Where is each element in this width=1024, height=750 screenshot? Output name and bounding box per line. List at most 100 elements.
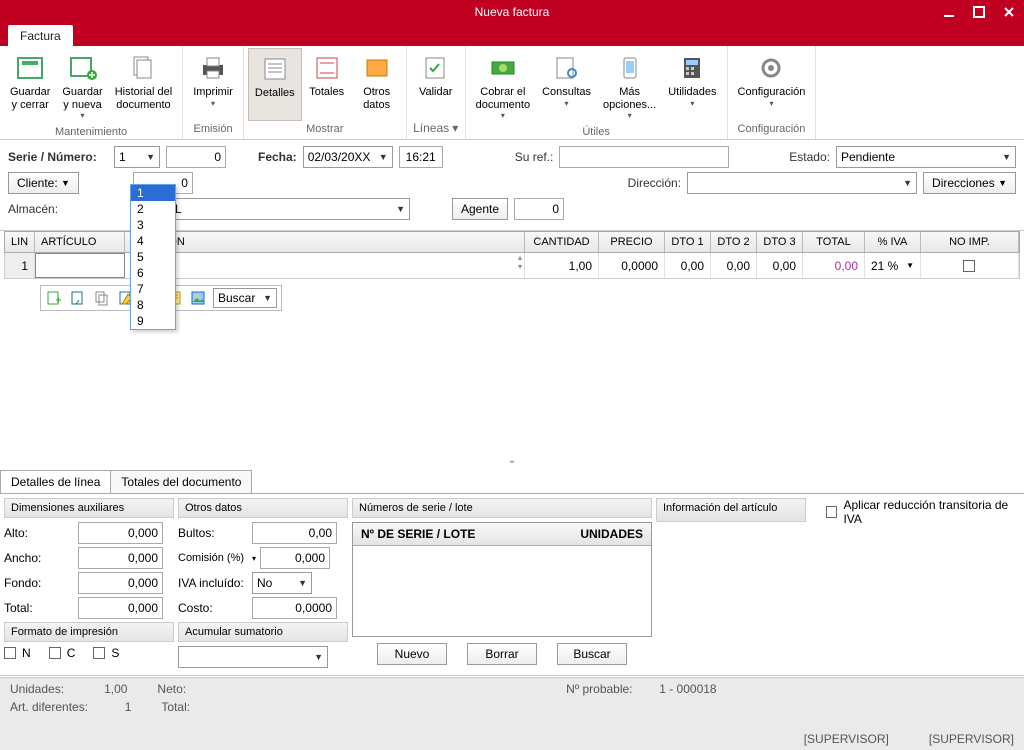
insert-line-icon[interactable]	[69, 289, 87, 307]
tab-totales-doc[interactable]: Totales del documento	[110, 470, 252, 493]
ribbon: Guardar y cerrar Guardar y nueva▾ Histor…	[0, 46, 1024, 140]
dropdown-item[interactable]: 3	[131, 217, 175, 233]
agente-num-field[interactable]	[514, 198, 564, 220]
col-articulo[interactable]: ARTÍCULO	[35, 232, 125, 252]
dropdown-item[interactable]: 1	[131, 185, 175, 201]
col-dto2[interactable]: DTO 2	[711, 232, 757, 252]
col-dto3[interactable]: DTO 3	[757, 232, 803, 252]
chk-s[interactable]	[93, 647, 105, 659]
col-total[interactable]: TOTAL	[803, 232, 865, 252]
serie-combo[interactable]: 1▼	[114, 146, 160, 168]
chk-c[interactable]	[49, 647, 61, 659]
otros-header: Otros datos	[178, 498, 348, 518]
detail-panel: Dimensiones auxiliares Alto: Ancho: Fond…	[0, 494, 1024, 676]
save-icon	[14, 52, 46, 84]
buscar-combo[interactable]: Buscar▼	[213, 288, 277, 308]
su-ref-label: Su ref.:	[515, 150, 554, 164]
ribbon-tabbar: Factura	[0, 24, 1024, 46]
details-icon	[259, 53, 291, 85]
maximize-button[interactable]	[964, 0, 994, 24]
dropdown-item[interactable]: 4	[131, 233, 175, 249]
print-button[interactable]: Imprimir▾	[187, 48, 239, 121]
group-mantenimiento-label: Mantenimiento	[4, 124, 178, 140]
agente-button[interactable]: Agente	[452, 198, 508, 220]
config-button[interactable]: Configuración▾	[732, 48, 812, 121]
save-new-button[interactable]: Guardar y nueva▾	[56, 48, 108, 124]
chk-iva-reduccion[interactable]	[826, 506, 837, 518]
consultas-button[interactable]: Consultas▾	[536, 48, 597, 124]
search-doc-icon	[551, 52, 583, 84]
comision-field[interactable]	[260, 547, 330, 569]
printer-icon	[197, 52, 229, 84]
col-iva[interactable]: % IVA	[865, 232, 921, 252]
almacen-label: Almacén:	[8, 202, 108, 216]
total-dim-field[interactable]	[78, 597, 163, 619]
fecha-combo[interactable]: 02/03/20XX▼	[303, 146, 393, 168]
ancho-field[interactable]	[78, 547, 163, 569]
mas-opciones-button[interactable]: Más opciones...▾	[597, 48, 662, 124]
col-noimp[interactable]: NO IMP.	[921, 232, 1019, 252]
nuevo-button[interactable]: Nuevo	[377, 643, 447, 665]
status-supervisor: [SUPERVISOR]	[804, 732, 889, 746]
tab-detalles-linea[interactable]: Detalles de línea	[0, 470, 111, 493]
info-header: Información del artículo	[656, 498, 806, 522]
dropdown-item[interactable]: 2	[131, 201, 175, 217]
iva-combo[interactable]: No▼	[252, 572, 312, 594]
image-icon[interactable]	[189, 289, 207, 307]
otros-datos-button[interactable]: Otros datos	[352, 48, 402, 121]
col-cantidad[interactable]: CANTIDAD	[525, 232, 599, 252]
col-dto1[interactable]: DTO 1	[665, 232, 711, 252]
collapse-toggle[interactable]: ⌄	[0, 451, 1024, 470]
numero-field[interactable]	[166, 146, 226, 168]
col-descripcion[interactable]: CRIPCIÓN	[125, 232, 525, 252]
fecha-label: Fecha:	[258, 150, 297, 164]
estado-combo[interactable]: Pendiente▼	[836, 146, 1016, 168]
bultos-field[interactable]	[252, 522, 337, 544]
cobrar-button[interactable]: Cobrar el documento▾	[470, 48, 536, 124]
acum-header: Acumular sumatorio	[178, 622, 348, 642]
other-data-icon	[361, 52, 393, 84]
noimp-checkbox[interactable]	[963, 260, 975, 272]
utilidades-button[interactable]: Utilidades▾	[662, 48, 722, 124]
su-ref-field[interactable]	[559, 146, 729, 168]
copy-line-icon[interactable]	[93, 289, 111, 307]
dim-header: Dimensiones auxiliares	[4, 498, 174, 518]
history-button[interactable]: Historial del documento	[109, 48, 178, 124]
add-line-icon[interactable]	[45, 289, 63, 307]
hora-field[interactable]	[399, 146, 443, 168]
almacen-combo[interactable]: L▼	[170, 198, 410, 220]
calculator-icon	[676, 52, 708, 84]
tab-factura[interactable]: Factura	[8, 25, 73, 46]
dropdown-item[interactable]: 7	[131, 281, 175, 297]
check-icon	[420, 52, 452, 84]
direcciones-button[interactable]: Direcciones ▼	[923, 172, 1016, 194]
borrar-button[interactable]: Borrar	[467, 643, 537, 665]
validar-button[interactable]: Validar	[411, 48, 461, 119]
alto-field[interactable]	[78, 522, 163, 544]
save-close-button[interactable]: Guardar y cerrar	[4, 48, 56, 124]
detalles-button[interactable]: Detalles	[248, 48, 302, 121]
dropdown-item[interactable]: 5	[131, 249, 175, 265]
detail-tabs: Detalles de línea Totales del documento	[0, 470, 1024, 494]
acum-combo[interactable]: ▼	[178, 646, 328, 668]
close-button[interactable]	[994, 0, 1024, 24]
serie-dropdown-list[interactable]: 1 2 3 4 5 6 7 8 9	[130, 184, 176, 330]
dropdown-item[interactable]: 9	[131, 313, 175, 329]
dropdown-item[interactable]: 8	[131, 297, 175, 313]
status-supervisor: [SUPERVISOR]	[929, 732, 1014, 746]
direccion-combo[interactable]: ▼	[687, 172, 917, 194]
totales-button[interactable]: Totales	[302, 48, 352, 121]
costo-field[interactable]	[252, 597, 337, 619]
fondo-field[interactable]	[78, 572, 163, 594]
gear-icon	[755, 52, 787, 84]
col-precio[interactable]: PRECIO	[599, 232, 665, 252]
statusbar: Unidades: 1,00 Neto: Nº probable: 1 - 00…	[0, 677, 1024, 750]
col-lin[interactable]: LIN	[5, 232, 35, 252]
minimize-button[interactable]	[934, 0, 964, 24]
dropdown-item[interactable]: 6	[131, 265, 175, 281]
window-title: Nueva factura	[475, 5, 550, 19]
chk-n[interactable]	[4, 647, 16, 659]
articulo-cell[interactable]	[35, 253, 125, 278]
buscar-serie-button[interactable]: Buscar	[557, 643, 627, 665]
cliente-button[interactable]: Cliente: ▼	[8, 172, 79, 194]
